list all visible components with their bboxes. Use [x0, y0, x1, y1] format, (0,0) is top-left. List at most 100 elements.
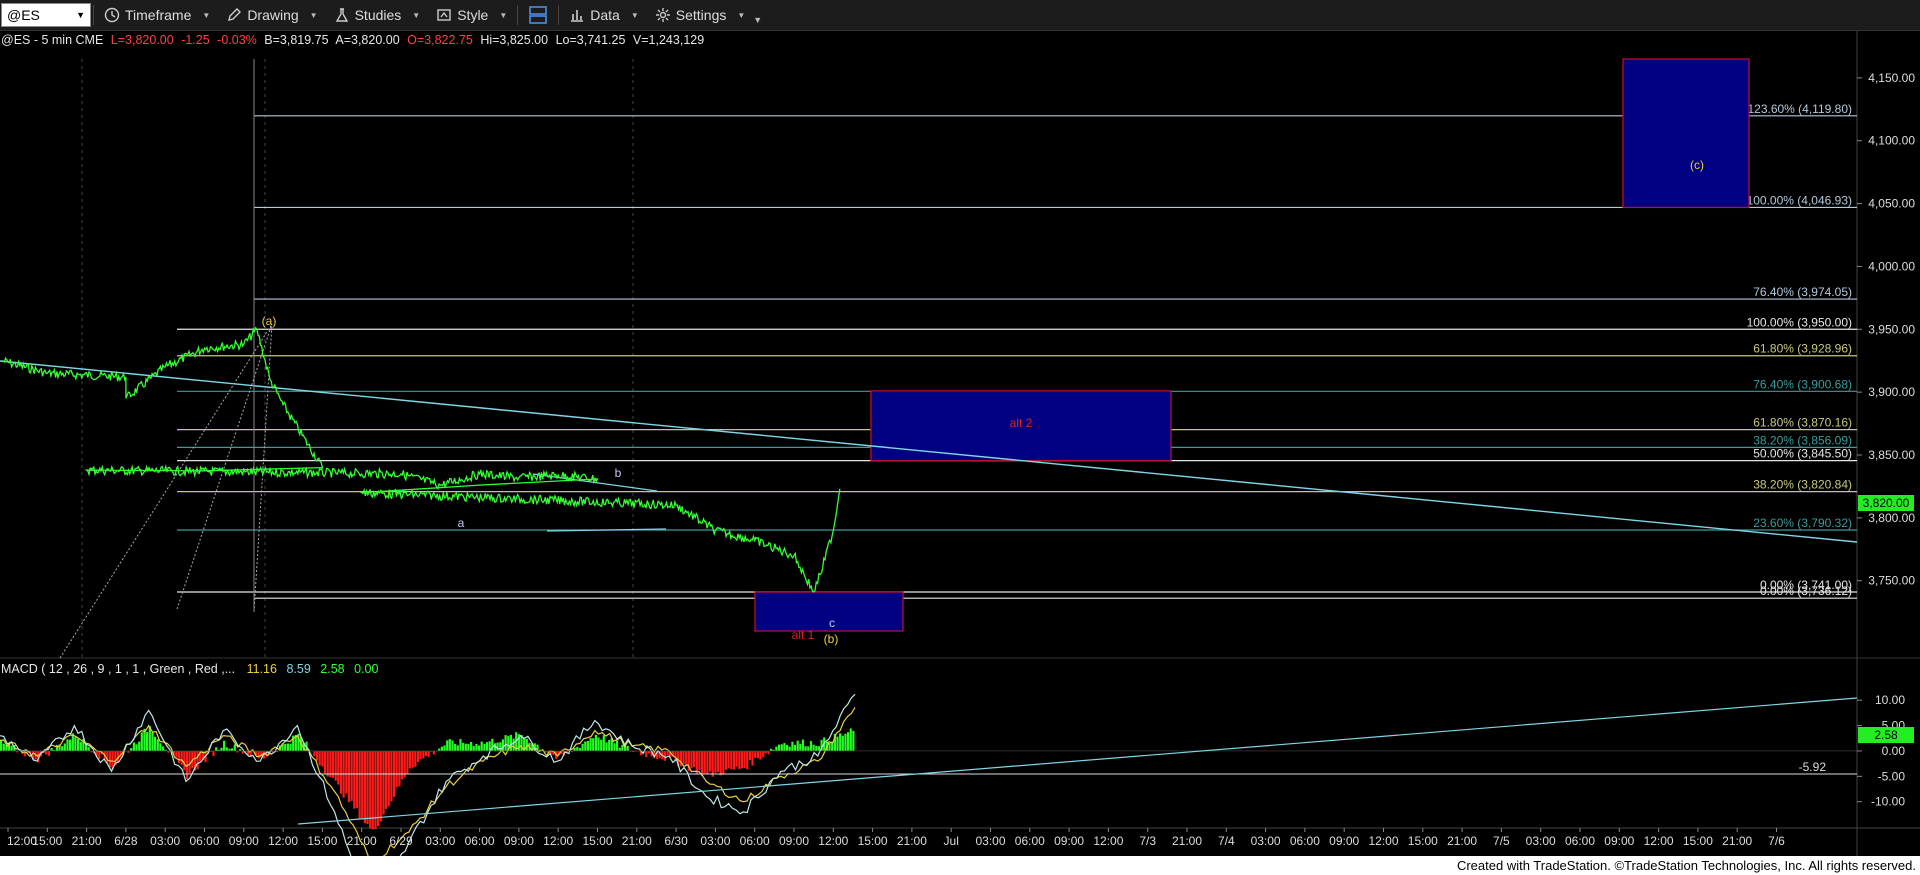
quote-open: O=3,822.75: [407, 33, 473, 47]
symbol-text: @ES: [7, 7, 40, 23]
drawing-label: Drawing: [247, 7, 299, 23]
macd-histogram-bar: [847, 732, 850, 751]
macd-histogram-bar: [225, 747, 228, 751]
macd-histogram-bar: [424, 751, 427, 756]
style-icon: [437, 9, 451, 21]
macd-histogram-bar: [807, 746, 810, 751]
macd-histogram-bar: [363, 751, 366, 824]
time-axis-label: 09:00: [779, 834, 809, 848]
macd-histogram-bar: [778, 744, 781, 751]
macd-histogram-bar: [485, 742, 489, 751]
toolbar-divider: [517, 5, 519, 25]
macd-reference-label: -5.92: [1799, 760, 1827, 774]
macd-hist-value: 2.58: [320, 662, 344, 676]
time-axis-label: 03:00: [1526, 834, 1556, 848]
price-axis-label: 4,150.00: [1868, 71, 1915, 85]
timeframe-button[interactable]: Timeframe ▼: [96, 0, 218, 30]
macd-histogram-bar: [353, 751, 356, 809]
symbol-selector[interactable]: @ES ▼: [1, 3, 91, 27]
macd-histogram-bar: [470, 742, 473, 751]
time-axis-label: 21:00: [72, 834, 102, 848]
pencil-icon: [228, 8, 242, 21]
macd-histogram-bar: [345, 751, 348, 794]
macd-histogram-bar: [762, 751, 765, 758]
style-button[interactable]: Style ▼: [428, 0, 515, 30]
fib-level-label: 23.60% (3,790.32): [1753, 516, 1852, 530]
macd-histogram-bar: [454, 743, 457, 751]
macd-histogram-bar: [475, 744, 478, 751]
macd-histogram-bar: [478, 745, 481, 751]
macd-histogram-bar: [233, 744, 236, 751]
macd-histogram-bar: [366, 751, 369, 824]
time-axis-label: 6/28: [114, 834, 138, 848]
time-axis-label: 09:00: [1604, 834, 1634, 848]
macd-histogram-bar: [605, 742, 608, 751]
macd-histogram-bar: [130, 748, 133, 751]
macd-histogram-bar: [175, 751, 178, 758]
price-chart[interactable]: @ES - 5 min CME L=3,820.00 -1.25 -0.03% …: [0, 31, 1920, 875]
macd-histogram-bar: [804, 746, 807, 751]
macd-histogram-bar: [722, 751, 725, 775]
time-axis-label: 15:00: [307, 834, 337, 848]
time-axis-label: 06:00: [189, 834, 219, 848]
macd-histogram-bar: [451, 740, 454, 751]
target-box-label: alt 2: [1010, 416, 1033, 430]
time-axis-label: 15:00: [1683, 834, 1713, 848]
quote-ask: A=3,820.00: [335, 33, 399, 47]
macd-histogram-bar: [419, 751, 422, 759]
macd-histogram-bar: [228, 748, 231, 751]
settings-button[interactable]: Settings ▼: [647, 0, 754, 30]
macd-histogram-bar: [751, 751, 754, 766]
macd-value: 11.16: [247, 662, 277, 676]
macd-histogram-bar: [828, 742, 831, 751]
macd-histogram-bar: [411, 751, 414, 768]
macd-histogram-bar: [329, 751, 332, 777]
time-axis-label: 09:00: [504, 834, 534, 848]
wave-label: b: [615, 466, 622, 480]
toolbar: @ES ▼ Timeframe ▼ Drawing ▼ Studies ▼ St…: [0, 0, 1920, 31]
macd-histogram-bar: [836, 736, 839, 751]
price-axis-label: 3,850.00: [1868, 448, 1915, 462]
macd-histogram-bar: [183, 751, 186, 771]
macd-axis-label: -10.00: [1871, 795, 1905, 809]
overflow-chevron-icon[interactable]: ▼: [753, 15, 762, 25]
chart-area[interactable]: @ES - 5 min CME L=3,820.00 -1.25 -0.03% …: [0, 31, 1920, 875]
wave-label: (a): [262, 314, 277, 328]
macd-histogram-bar: [783, 743, 786, 751]
macd-histogram-bar: [852, 730, 855, 751]
macd-histogram-bar: [693, 751, 696, 768]
layout-button[interactable]: [520, 0, 556, 30]
macd-histogram-bar: [456, 745, 459, 751]
quote-low: Lo=3,741.25: [556, 33, 626, 47]
time-axis-label: 7/5: [1493, 834, 1510, 848]
macd-histogram-bar: [177, 751, 181, 763]
macd-histogram-bar: [440, 746, 443, 751]
macd-histogram-bar: [87, 747, 90, 751]
macd-histogram-bar: [844, 733, 847, 751]
macd-histogram-bar: [483, 743, 486, 751]
macd-histogram-bar: [613, 743, 616, 751]
macd-histogram-bar: [334, 751, 337, 781]
time-axis-label: 12:00: [268, 834, 298, 848]
price-axis-label: 4,050.00: [1868, 197, 1915, 211]
time-axis-label: 21:00: [347, 834, 377, 848]
price-axis-label: 4,000.00: [1868, 259, 1915, 273]
toolbar-divider: [93, 5, 94, 25]
studies-button[interactable]: Studies ▼: [326, 0, 429, 30]
macd-histogram-bar: [841, 735, 844, 751]
data-button[interactable]: Data ▼: [561, 0, 647, 30]
macd-histogram-bar: [504, 735, 507, 751]
quote-change: -1.25: [181, 33, 210, 47]
macd-histogram-bar: [464, 743, 467, 751]
macd-histogram-bar: [188, 751, 191, 774]
macd-histogram-bar: [682, 751, 685, 765]
macd-histogram-bar: [626, 745, 629, 751]
time-axis-label: 15:00: [582, 834, 612, 848]
time-axis-label: 06:00: [1565, 834, 1595, 848]
macd-histogram-bar: [377, 751, 380, 827]
macd-histogram-bar: [241, 751, 244, 754]
time-axis-label: 03:00: [975, 834, 1005, 848]
flask-icon: [335, 8, 348, 22]
macd-histogram-bar: [350, 751, 353, 802]
drawing-button[interactable]: Drawing ▼: [218, 0, 325, 30]
